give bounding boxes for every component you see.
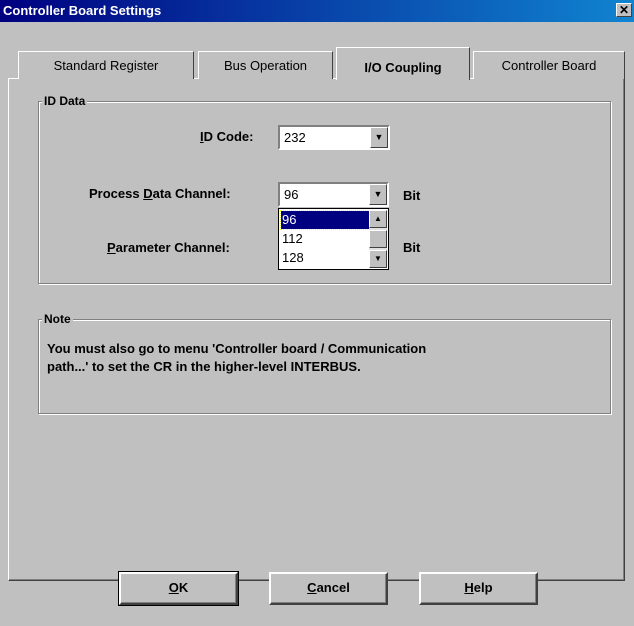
tab-controller-board[interactable]: Controller Board xyxy=(473,51,625,79)
chevron-down-icon[interactable]: ▼ xyxy=(369,184,387,205)
tab-label: I/O Coupling xyxy=(364,60,442,75)
cancel-mnemonic: C xyxy=(307,580,317,595)
parameter-label-rest: arameter Channel: xyxy=(115,240,230,255)
scroll-thumb[interactable] xyxy=(369,230,387,248)
ok-button[interactable]: OK xyxy=(118,571,239,606)
dropdown-scrollbar[interactable]: ▲ ▼ xyxy=(369,210,387,268)
window-title: Controller Board Settings xyxy=(3,3,162,18)
window-title-bar: Controller Board Settings ✕ xyxy=(0,0,634,22)
process-data-channel-dropdown[interactable]: 96 112 128 ▲ ▼ xyxy=(278,208,389,270)
cancel-button[interactable]: Cancel xyxy=(269,572,388,605)
id-code-label-rest: D Code: xyxy=(203,129,254,144)
tab-label: Bus Operation xyxy=(223,58,308,73)
process-data-channel-value: 96 xyxy=(284,187,299,202)
process-data-channel-label: Process Data Channel: xyxy=(89,186,231,202)
note-line-2: path...' to set the CR in the higher-lev… xyxy=(47,359,361,374)
dropdown-option[interactable]: 128 xyxy=(281,249,369,267)
note-line-1: You must also go to menu 'Controller boa… xyxy=(47,341,427,356)
dropdown-option[interactable]: 112 xyxy=(281,230,369,248)
id-code-label: ID Code: xyxy=(200,129,253,145)
process-data-label-prefix: Process xyxy=(89,186,144,201)
tab-io-coupling[interactable]: I/O Coupling xyxy=(336,47,470,80)
ok-mnemonic: O xyxy=(168,580,179,595)
tab-label: Controller Board xyxy=(501,58,597,73)
tab-standard-register[interactable]: Standard Register xyxy=(18,51,194,79)
scroll-up-icon[interactable]: ▲ xyxy=(369,210,387,228)
ok-rest: K xyxy=(178,580,189,595)
tab-bus-operation[interactable]: Bus Operation xyxy=(198,51,333,79)
scroll-down-icon[interactable]: ▼ xyxy=(369,250,387,268)
help-mnemonic: H xyxy=(464,580,474,595)
help-button[interactable]: Help xyxy=(419,572,538,605)
id-data-group-label: ID Data xyxy=(42,93,88,109)
close-icon[interactable]: ✕ xyxy=(616,3,632,17)
process-data-unit: Bit xyxy=(403,188,421,203)
cancel-rest: ancel xyxy=(316,580,350,595)
parameter-channel-unit: Bit xyxy=(403,240,421,255)
id-code-value: 232 xyxy=(284,130,306,145)
dropdown-option[interactable]: 96 xyxy=(280,210,370,230)
help-rest: elp xyxy=(473,580,493,595)
tab-label: Standard Register xyxy=(53,58,159,73)
note-group-label: Note xyxy=(42,311,73,327)
note-text: You must also go to menu 'Controller boa… xyxy=(47,340,587,376)
process-data-label-rest: ata Channel: xyxy=(152,186,231,201)
process-data-channel-combo[interactable]: 96 ▼ xyxy=(278,182,389,207)
id-code-combo[interactable]: 232 ▼ xyxy=(278,125,390,150)
process-data-label-mnemonic: D xyxy=(143,186,153,201)
chevron-down-icon[interactable]: ▼ xyxy=(370,127,388,148)
parameter-channel-label: Parameter Channel: xyxy=(107,240,230,256)
parameter-label-mnemonic: P xyxy=(107,240,116,255)
